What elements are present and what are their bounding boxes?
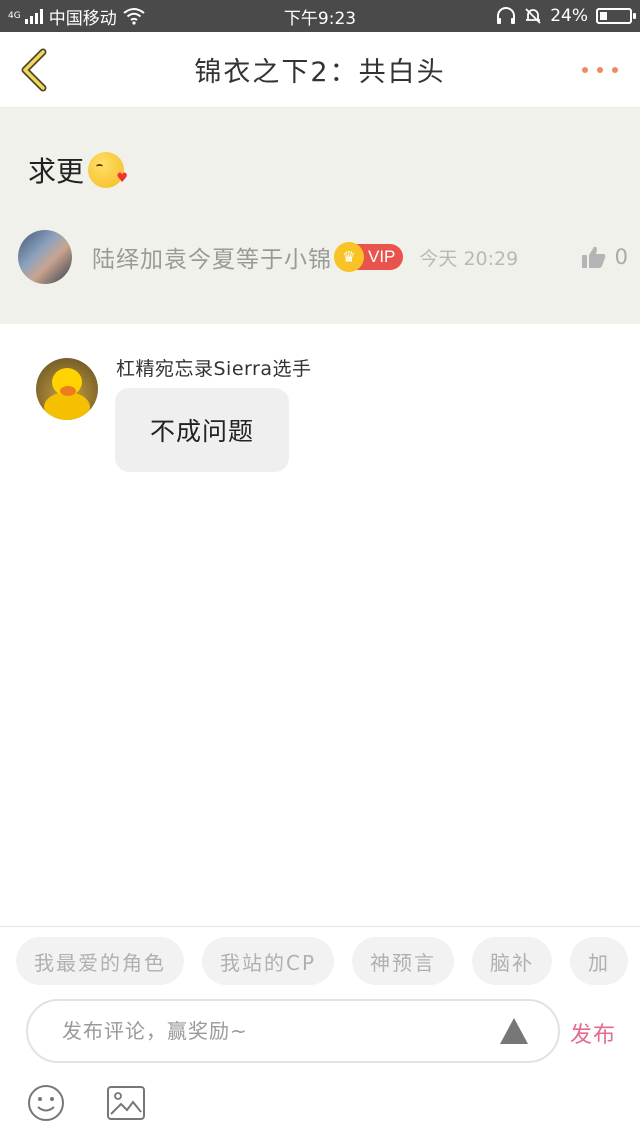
back-icon bbox=[21, 48, 47, 92]
original-comment-text: 求更 bbox=[28, 155, 85, 188]
headset-icon bbox=[497, 7, 516, 24]
image-button[interactable] bbox=[106, 1083, 146, 1123]
original-author-row: 陆绎加袁今夏等于小锦 ♛ VIP 今天 20:29 0 bbox=[18, 230, 628, 284]
reply-author-avatar[interactable] bbox=[36, 358, 98, 420]
original-author-avatar[interactable] bbox=[18, 230, 72, 284]
kiss-emoji-icon bbox=[88, 152, 128, 188]
back-button[interactable] bbox=[14, 48, 54, 92]
emoji-button[interactable] bbox=[26, 1083, 66, 1123]
network-type: 4G bbox=[8, 10, 21, 21]
quick-tag[interactable]: 脑补 bbox=[472, 937, 553, 985]
status-right: 24% bbox=[496, 6, 636, 26]
reply-bubble[interactable]: 不成问题 bbox=[115, 388, 289, 472]
battery-percent: 24% bbox=[550, 6, 588, 26]
status-left: 4G 中国移动 bbox=[8, 4, 145, 29]
reply-author-name[interactable]: 杠精宛忘录Sierra选手 bbox=[116, 354, 311, 381]
original-comment-body: 求更 bbox=[28, 150, 128, 190]
composer-tools bbox=[26, 1083, 146, 1123]
comment-bar bbox=[26, 999, 560, 1063]
battery-fill bbox=[600, 12, 607, 20]
like-count: 0 bbox=[614, 245, 628, 269]
reply-item: 杠精宛忘录Sierra选手 不成问题 bbox=[0, 324, 640, 494]
quick-tag[interactable]: 我最爱的角色 bbox=[16, 937, 184, 985]
comment-input[interactable] bbox=[62, 1019, 492, 1043]
image-icon bbox=[107, 1086, 145, 1120]
page-title: 锦衣之下2：共白头 bbox=[194, 57, 446, 88]
quick-tag[interactable]: 神预言 bbox=[352, 937, 455, 985]
original-author-name[interactable]: 陆绎加袁今夏等于小锦 bbox=[92, 240, 332, 274]
original-comment: 求更 陆绎加袁今夏等于小锦 ♛ VIP 今天 20:29 0 bbox=[0, 108, 640, 324]
crown-icon: ♛ bbox=[334, 242, 364, 272]
mute-icon bbox=[525, 8, 541, 24]
nav-bar: 锦衣之下2：共白头 bbox=[0, 32, 640, 108]
bottom-composer: 我最爱的角色 我站的CP 神预言 脑补 加 发布 bbox=[0, 926, 640, 1138]
status-bar: 4G 中国移动 下午9:23 24% bbox=[0, 0, 640, 32]
carrier-name: 中国移动 bbox=[48, 8, 117, 29]
quick-tags: 我最爱的角色 我站的CP 神预言 脑补 加 bbox=[16, 937, 629, 985]
quick-tag[interactable]: 我站的CP bbox=[202, 937, 335, 985]
like-button[interactable]: 0 bbox=[581, 245, 628, 269]
signal-icon bbox=[24, 8, 43, 24]
battery-icon bbox=[596, 8, 636, 24]
publish-button[interactable]: 发布 bbox=[570, 1017, 616, 1049]
emoji-icon bbox=[28, 1085, 64, 1121]
more-icon bbox=[582, 67, 588, 73]
more-button[interactable] bbox=[582, 58, 618, 82]
send-icon[interactable] bbox=[500, 1018, 528, 1044]
original-comment-time: 今天 20:29 bbox=[419, 247, 519, 270]
like-icon bbox=[581, 246, 605, 268]
wifi-icon bbox=[123, 8, 145, 25]
quick-tag[interactable]: 加 bbox=[570, 937, 629, 985]
